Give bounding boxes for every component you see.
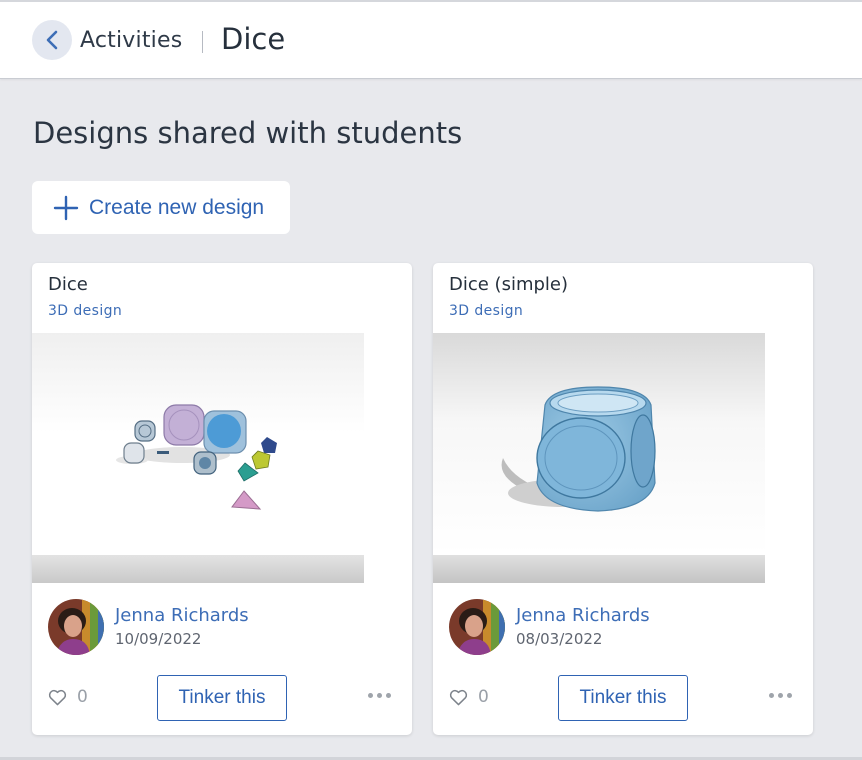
heart-icon <box>48 689 67 705</box>
create-new-design-label: Create new design <box>89 195 265 219</box>
chevron-left-icon <box>46 30 58 50</box>
like-button[interactable]: 0 <box>48 687 88 707</box>
like-count: 0 <box>478 687 489 707</box>
avatar[interactable] <box>48 599 104 655</box>
author-name[interactable]: Jenna Richards <box>115 605 249 626</box>
design-thumbnail[interactable] <box>433 333 765 583</box>
design-date: 10/09/2022 <box>115 630 202 648</box>
tinker-this-button[interactable]: Tinker this <box>558 675 688 721</box>
heart-icon <box>449 689 468 705</box>
design-date: 08/03/2022 <box>516 630 603 648</box>
create-new-design-button[interactable]: Create new design <box>32 181 290 234</box>
tinker-this-button[interactable]: Tinker this <box>157 675 287 721</box>
design-thumbnail[interactable] <box>32 333 364 583</box>
design-card[interactable]: Dice (simple) 3D design Jenna Richards 0… <box>433 263 813 735</box>
top-bar: Activities Dice <box>0 0 862 79</box>
breadcrumb-separator <box>202 31 203 53</box>
plus-icon <box>53 195 79 221</box>
design-title[interactable]: Dice (simple) <box>449 274 568 295</box>
back-button[interactable] <box>32 20 72 60</box>
author-name[interactable]: Jenna Richards <box>516 605 650 626</box>
design-type: 3D design <box>449 303 524 319</box>
avatar[interactable] <box>449 599 505 655</box>
design-type: 3D design <box>48 303 123 319</box>
breadcrumb-activities[interactable]: Activities <box>80 28 182 53</box>
like-count: 0 <box>77 687 88 707</box>
design-card[interactable]: Dice 3D design Jenna Richards 10/09/2022… <box>32 263 412 735</box>
more-options-icon[interactable] <box>769 693 792 698</box>
section-heading: Designs shared with students <box>33 116 463 150</box>
like-button[interactable]: 0 <box>449 687 489 707</box>
more-options-icon[interactable] <box>368 693 391 698</box>
page-title: Dice <box>221 22 286 56</box>
design-title[interactable]: Dice <box>48 274 88 295</box>
